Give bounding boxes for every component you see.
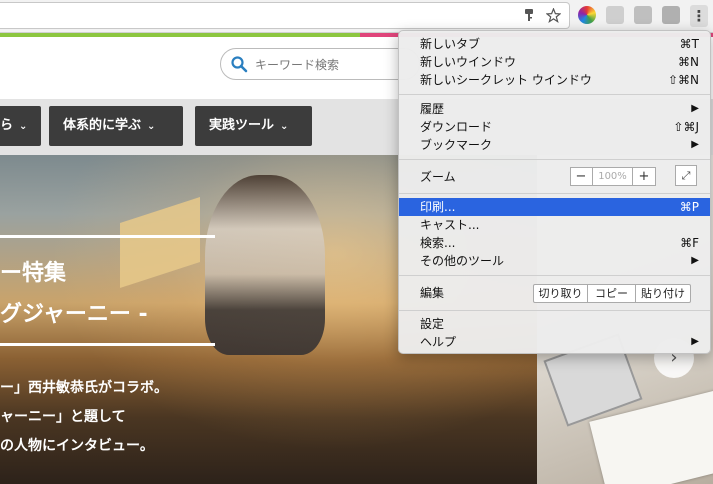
- menu-item-label: ヘルプ: [420, 335, 457, 349]
- hero-laptop-image: [120, 197, 200, 288]
- fullscreen-icon[interactable]: ⤢: [675, 165, 697, 186]
- address-bar[interactable]: [0, 2, 570, 29]
- menu-item-cast[interactable]: キャスト...: [399, 216, 710, 234]
- chevron-down-icon: ⌄: [147, 121, 156, 132]
- hero-divider-top: [0, 235, 215, 238]
- submenu-arrow-icon: ▶: [691, 103, 699, 114]
- zoom-in-button[interactable]: +: [634, 168, 654, 185]
- bookmark-star-icon[interactable]: [544, 7, 562, 26]
- hero-text-line2: ャーニー」と題して: [0, 409, 126, 425]
- browser-toolbar: ⋮: [0, 0, 713, 33]
- search-input[interactable]: [255, 55, 405, 75]
- menu-item-help[interactable]: ヘルプ ▶: [399, 333, 710, 351]
- menu-item-label: キャスト...: [420, 218, 480, 232]
- menu-separator: [399, 275, 710, 276]
- evernote-extension-icon[interactable]: [634, 6, 652, 24]
- hero-divider-bottom: [0, 343, 215, 346]
- cut-button[interactable]: 切り取り: [534, 285, 588, 302]
- menu-item-shortcut: ⌘N: [678, 55, 699, 69]
- submenu-arrow-icon: ▶: [691, 336, 699, 347]
- menu-item-label: ダウンロード: [420, 120, 493, 134]
- tabs-extension-icon[interactable]: [662, 6, 680, 24]
- paste-button[interactable]: 貼り付け: [636, 285, 690, 302]
- copy-button[interactable]: コピー: [588, 285, 636, 302]
- nav-item-label: 実践ツール: [209, 118, 275, 133]
- zoom-out-button[interactable]: −: [571, 168, 591, 185]
- menu-item-bookmarks[interactable]: ブックマーク ▶: [399, 136, 710, 154]
- zoom-level: 100%: [592, 168, 633, 185]
- hero-text-line3: の人物にインタビュー。: [0, 438, 154, 454]
- menu-separator: [399, 193, 710, 194]
- chat-extension-icon[interactable]: [606, 6, 624, 24]
- hero-title-line1: ー特集: [0, 261, 67, 286]
- submenu-arrow-icon: ▶: [691, 139, 699, 150]
- menu-item-label: 新しいウインドウ: [420, 55, 517, 69]
- menu-item-shortcut: ⇧⌘N: [667, 73, 699, 87]
- nav-item-systematic-learning[interactable]: 体系的に学ぶ ⌄: [49, 106, 183, 146]
- menu-item-new-window[interactable]: 新しいウインドウ ⌘N: [399, 53, 710, 71]
- menu-item-edit: 編集 切り取り コピー 貼り付け: [399, 280, 710, 306]
- menu-item-zoom: ズーム − 100% + ⤢: [399, 164, 710, 190]
- hero-person-image: [205, 175, 325, 355]
- chevron-down-icon: ⌄: [19, 121, 28, 132]
- nav-item-label: 体系的に学ぶ: [63, 118, 142, 133]
- menu-item-more-tools[interactable]: その他のツール ▶: [399, 252, 710, 270]
- menu-item-label: 設定: [420, 317, 445, 331]
- menu-item-downloads[interactable]: ダウンロード ⇧⌘J: [399, 118, 710, 136]
- menu-item-settings[interactable]: 設定: [399, 315, 710, 333]
- key-icon[interactable]: [520, 8, 538, 26]
- nav-item-practical-tools[interactable]: 実践ツール ⌄: [195, 106, 312, 146]
- menu-item-shortcut: ⇧⌘J: [673, 120, 699, 134]
- menu-item-label: 編集: [420, 286, 445, 300]
- menu-item-history[interactable]: 履歴 ▶: [399, 100, 710, 118]
- menu-item-label: 新しいシークレット ウインドウ: [420, 73, 592, 87]
- menu-item-label: 新しいタブ: [420, 37, 481, 51]
- color-extension-icon[interactable]: [578, 6, 596, 24]
- browser-menu: 新しいタブ ⌘T 新しいウインドウ ⌘N 新しいシークレット ウインドウ ⇧⌘N…: [398, 30, 711, 354]
- menu-separator: [399, 159, 710, 160]
- nav-item-1[interactable]: ら ⌄: [0, 106, 42, 146]
- menu-item-find[interactable]: 検索... ⌘F: [399, 234, 710, 252]
- menu-item-label: ブックマーク: [420, 138, 493, 152]
- menu-item-label: 検索...: [420, 236, 456, 250]
- hero-text-line1: ー」西井敏恭氏がコラボ。: [0, 380, 168, 396]
- menu-item-shortcut: ⌘F: [680, 236, 699, 250]
- menu-item-label: その他のツール: [420, 254, 505, 268]
- menu-item-label: ズーム: [420, 170, 456, 184]
- menu-separator: [399, 94, 710, 95]
- chevron-down-icon: ⌄: [280, 121, 289, 132]
- menu-item-shortcut: ⌘T: [679, 37, 699, 51]
- menu-item-label: 履歴: [420, 102, 445, 116]
- menu-item-new-tab[interactable]: 新しいタブ ⌘T: [399, 35, 710, 53]
- submenu-arrow-icon: ▶: [691, 255, 699, 266]
- nav-item-label: ら: [0, 118, 14, 133]
- hero-title-line2: グジャーニー -: [0, 302, 148, 327]
- search-icon: [230, 55, 248, 73]
- search-box[interactable]: [220, 48, 420, 80]
- menu-separator: [399, 310, 710, 311]
- menu-item-shortcut: ⌘P: [679, 200, 699, 214]
- menu-item-label: 印刷...: [420, 200, 456, 214]
- edit-controls: 切り取り コピー 貼り付け: [533, 284, 691, 303]
- menu-item-print[interactable]: 印刷... ⌘P: [399, 198, 710, 216]
- menu-dots-icon[interactable]: ⋮: [690, 5, 708, 27]
- menu-item-new-incognito-window[interactable]: 新しいシークレット ウインドウ ⇧⌘N: [399, 71, 710, 89]
- zoom-control: − 100% +: [570, 167, 656, 186]
